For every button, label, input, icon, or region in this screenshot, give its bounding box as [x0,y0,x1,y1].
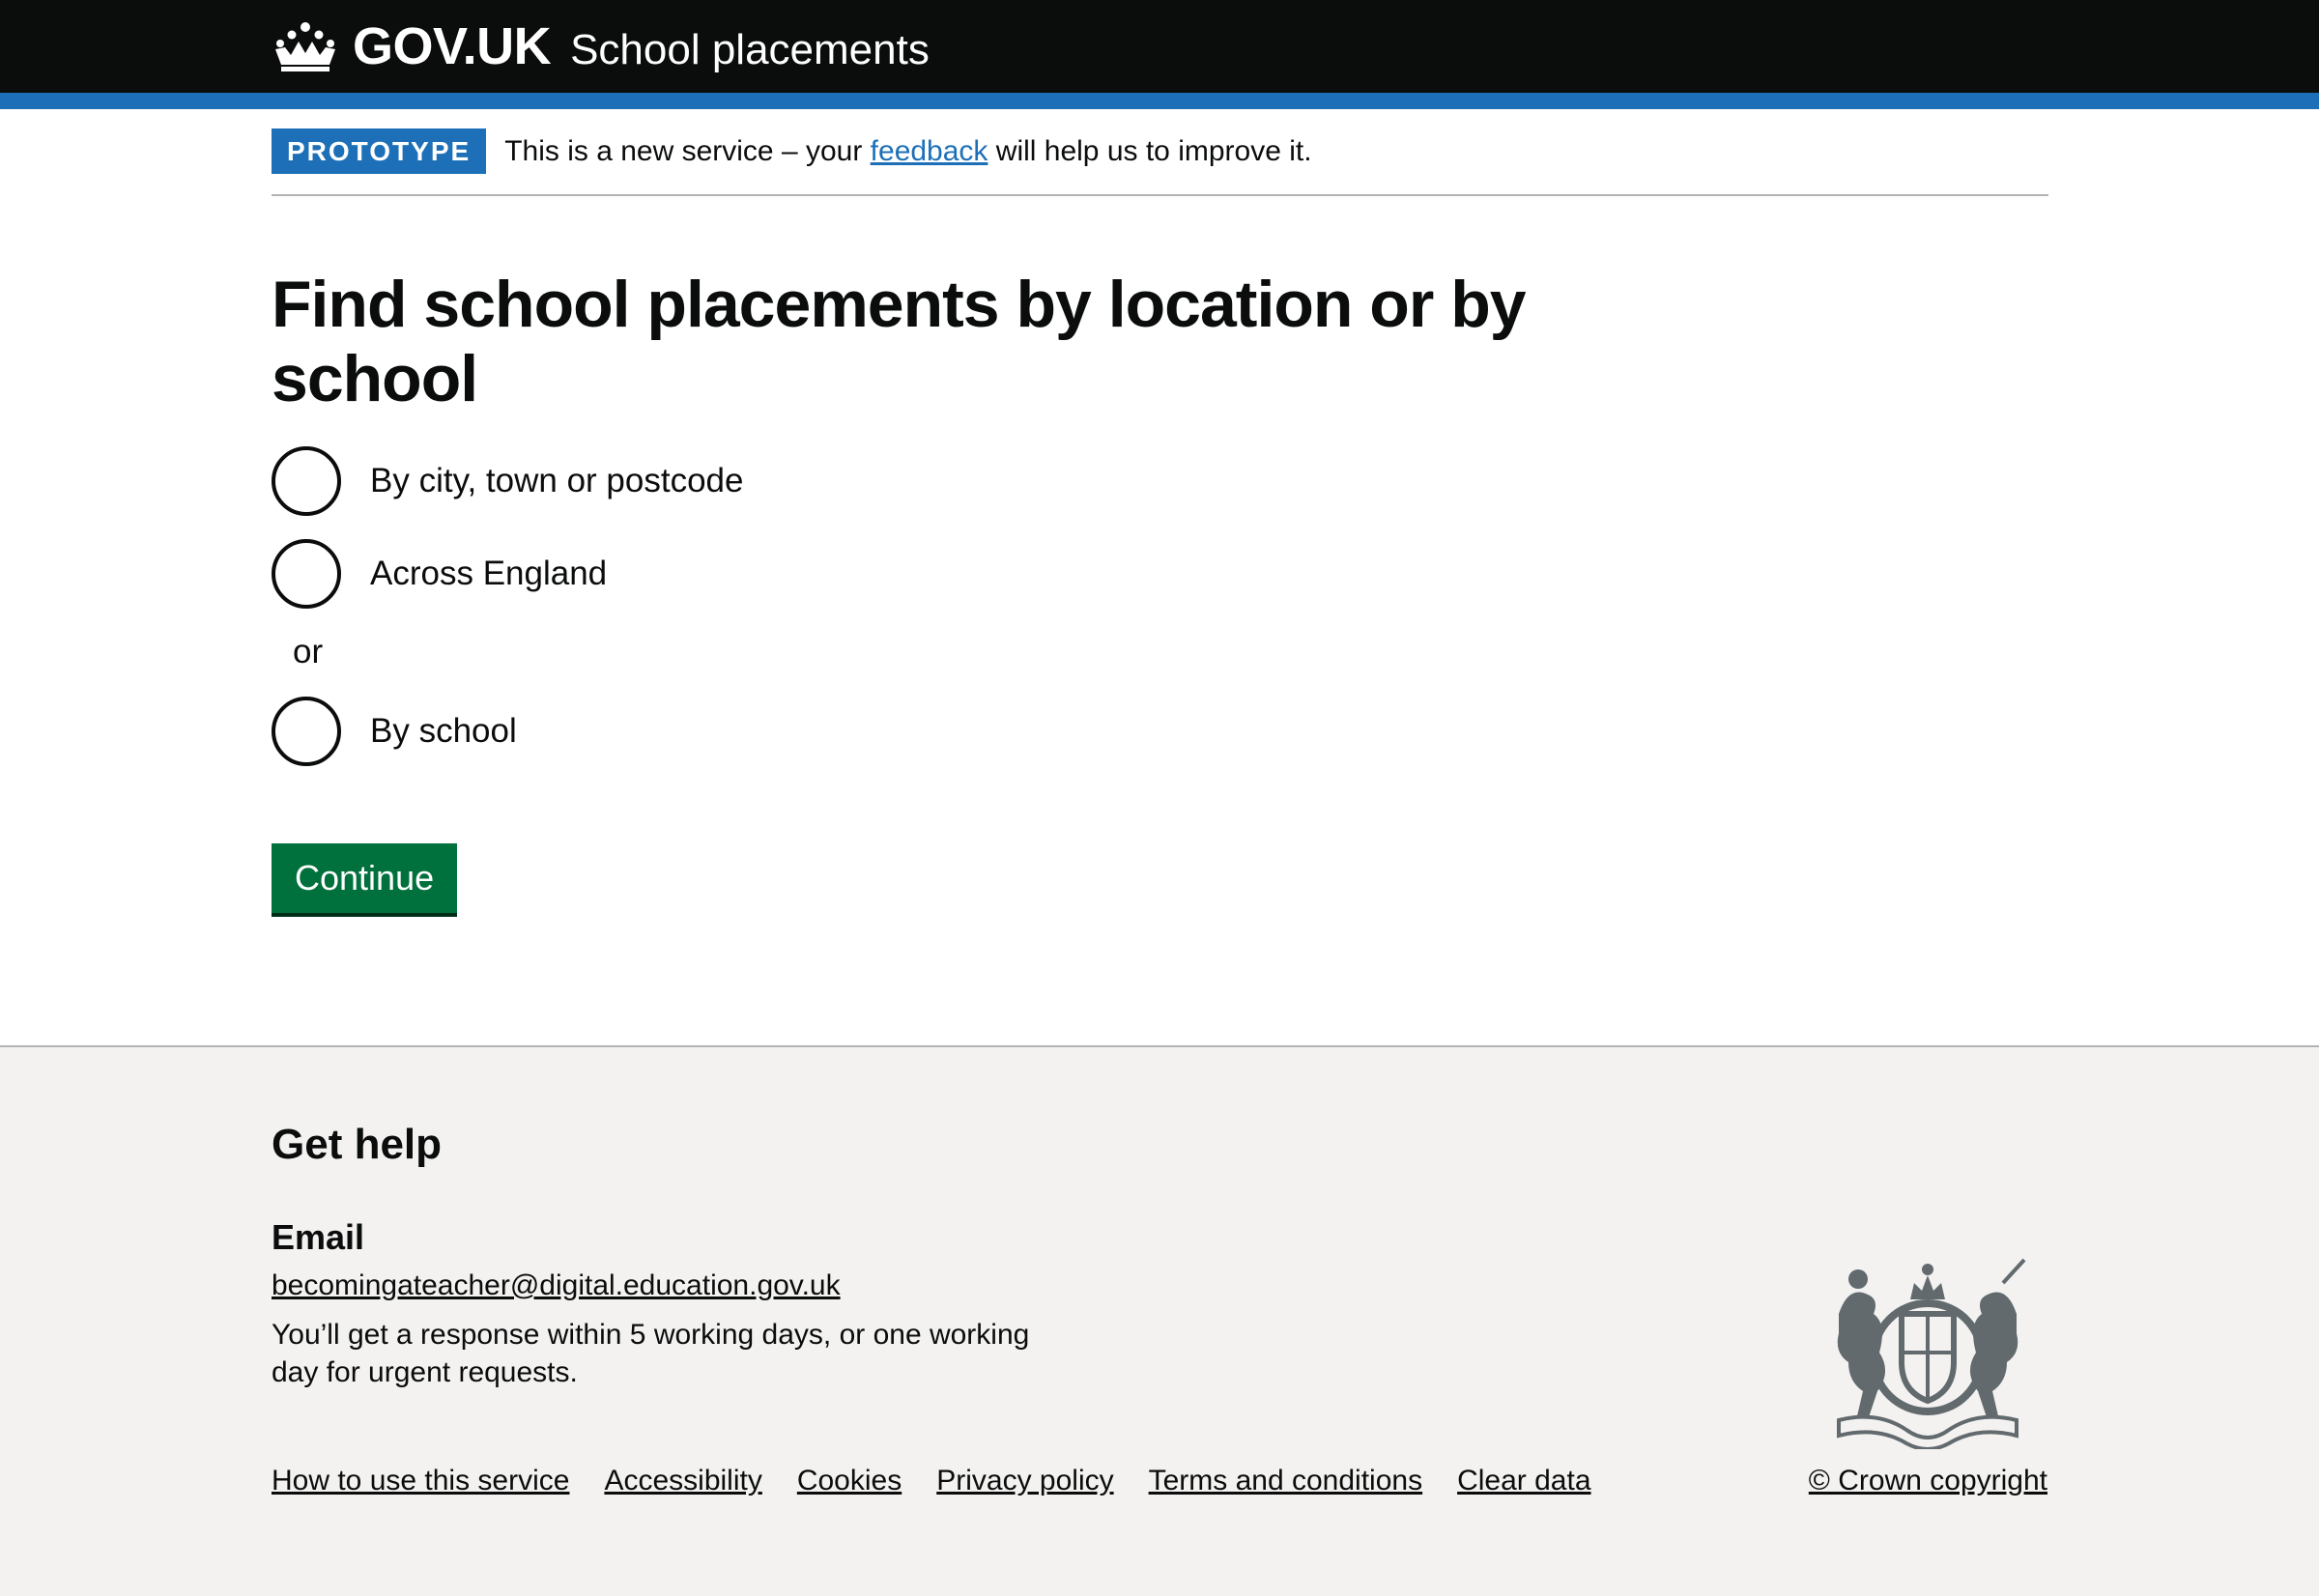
phase-banner: PROTOTYPE This is a new service – your f… [272,128,2048,196]
support-email-link[interactable]: becomingateacher@digital.education.gov.u… [272,1269,841,1302]
crown-copyright-link[interactable]: © Crown copyright [1809,1465,2047,1497]
response-time-text: You’ll get a response within 5 working d… [272,1319,1030,1388]
phase-text-after: will help us to improve it. [988,135,1312,167]
phase-text-before: This is a new service – your [504,135,871,167]
footer-link-cookies[interactable]: Cookies [797,1465,902,1497]
footer-heading: Get help [272,1121,443,1168]
footer-links: How to use this service Accessibility Co… [272,1465,1591,1497]
govuk-logo-link[interactable]: GOV.UK School placements [272,17,930,75]
header-accent-bar [0,93,2319,109]
feedback-link[interactable]: feedback [871,135,988,167]
radio-divider: or [293,633,324,670]
radio-label[interactable]: Across England [370,555,607,593]
footer-link-privacy-policy[interactable]: Privacy policy [936,1465,1113,1497]
radio-label[interactable]: By city, town or postcode [370,462,743,500]
radio-button[interactable] [272,539,341,609]
footer-email-heading: Email [272,1217,365,1257]
page-title: Find school placements by location or by… [272,268,1527,415]
footer-link-clear-data[interactable]: Clear data [1457,1465,1590,1497]
radio-button[interactable] [272,446,341,516]
prototype-tag: PROTOTYPE [272,128,487,174]
royal-coat-of-arms-icon [1837,1258,2026,1449]
crown-icon [275,22,335,71]
footer-link-terms[interactable]: Terms and conditions [1149,1465,1422,1497]
radio-label[interactable]: By school [370,712,517,751]
govuk-logo-text: GOV.UK [353,17,552,75]
footer-link-how-to-use[interactable]: How to use this service [272,1465,569,1497]
radio-option-by-school[interactable]: By school [272,697,517,766]
radio-option-city-town-postcode[interactable]: By city, town or postcode [272,446,743,516]
footer-link-accessibility[interactable]: Accessibility [604,1465,761,1497]
continue-button[interactable]: Continue [272,843,458,913]
service-name-link[interactable]: School placements [570,29,930,71]
phase-banner-text: This is a new service – your feedback wi… [504,128,1311,175]
radio-option-across-england[interactable]: Across England [272,539,607,609]
radio-button[interactable] [272,697,341,766]
